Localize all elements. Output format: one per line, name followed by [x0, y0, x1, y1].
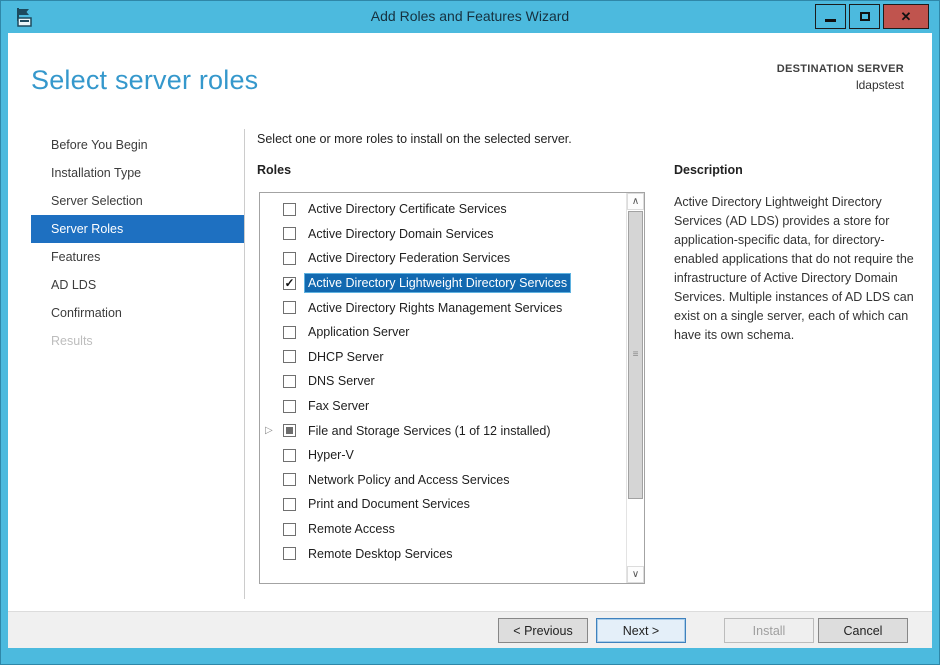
sidebar-item[interactable]: Features — [31, 243, 244, 271]
destination-server-label: DESTINATION SERVER — [777, 63, 904, 75]
role-label[interactable]: Active Directory Certificate Services — [305, 200, 510, 218]
sidebar-item[interactable]: AD LDS — [31, 271, 244, 299]
cancel-button[interactable]: Cancel — [818, 618, 908, 643]
footer-button-bar: < Previous Next > Install Cancel — [8, 611, 932, 648]
maximize-icon — [860, 12, 870, 21]
roles-listbox: Active Directory Certificate Services Ac… — [259, 192, 645, 584]
role-row[interactable]: Remote Access — [260, 517, 626, 542]
role-row[interactable]: Network Policy and Access Services — [260, 468, 626, 493]
role-row[interactable]: Application Server — [260, 320, 626, 345]
roles-section-label: Roles — [257, 163, 291, 177]
scrollbar-grip-icon: ≡ — [629, 349, 642, 361]
close-icon: ✕ — [901, 10, 912, 23]
role-row[interactable]: ✓ Active Directory Lightweight Directory… — [260, 271, 626, 296]
role-label[interactable]: Application Server — [305, 323, 412, 341]
role-row[interactable]: DHCP Server — [260, 345, 626, 370]
role-checkbox[interactable] — [283, 498, 296, 511]
minimize-button[interactable] — [815, 4, 846, 29]
sidebar-item[interactable]: Server Roles — [31, 215, 244, 243]
title-bar: Add Roles and Features Wizard ✕ — [1, 1, 939, 33]
role-label[interactable]: Network Policy and Access Services — [305, 471, 512, 489]
role-row[interactable]: Remote Desktop Services — [260, 541, 626, 566]
sidebar-divider — [244, 129, 245, 599]
page-title: Select server roles — [31, 65, 258, 96]
role-checkbox[interactable] — [283, 203, 296, 216]
maximize-button[interactable] — [849, 4, 880, 29]
destination-server-block: DESTINATION SERVER ldapstest — [777, 63, 904, 92]
sidebar-item[interactable]: Results — [31, 327, 244, 355]
role-label[interactable]: Fax Server — [305, 397, 372, 415]
role-row[interactable]: Active Directory Certificate Services — [260, 197, 626, 222]
role-checkbox[interactable]: ✓ — [283, 277, 296, 290]
role-row[interactable]: Active Directory Rights Management Servi… — [260, 295, 626, 320]
previous-button[interactable]: < Previous — [498, 618, 588, 643]
role-checkbox[interactable] — [283, 547, 296, 560]
role-label[interactable]: File and Storage Services (1 of 12 insta… — [305, 422, 554, 440]
scrollbar-thumb[interactable]: ≡ — [628, 211, 643, 499]
role-row[interactable]: ▷ File and Storage Services (1 of 12 ins… — [260, 418, 626, 443]
role-row[interactable]: Active Directory Domain Services — [260, 222, 626, 247]
next-button[interactable]: Next > — [596, 618, 686, 643]
sidebar-item[interactable]: Before You Begin — [31, 131, 244, 159]
wizard-content: Select server roles DESTINATION SERVER l… — [8, 33, 932, 648]
role-row[interactable]: Hyper-V — [260, 443, 626, 468]
role-checkbox[interactable] — [283, 227, 296, 240]
role-checkbox[interactable] — [283, 252, 296, 265]
wizard-window: Add Roles and Features Wizard ✕ Select s… — [0, 0, 940, 665]
role-checkbox[interactable] — [283, 449, 296, 462]
role-label[interactable]: Remote Access — [305, 520, 398, 538]
role-row[interactable]: Active Directory Federation Services — [260, 246, 626, 271]
window-title: Add Roles and Features Wizard — [1, 8, 939, 24]
role-label[interactable]: Active Directory Rights Management Servi… — [305, 299, 565, 317]
instruction-text: Select one or more roles to install on t… — [257, 132, 572, 146]
sidebar-item[interactable]: Installation Type — [31, 159, 244, 187]
role-checkbox[interactable] — [283, 375, 296, 388]
role-label[interactable]: Hyper-V — [305, 446, 357, 464]
role-label[interactable]: Active Directory Domain Services — [305, 225, 496, 243]
role-checkbox[interactable] — [283, 326, 296, 339]
install-button[interactable]: Install — [724, 618, 814, 643]
role-label[interactable]: Print and Document Services — [305, 495, 473, 513]
sidebar-item[interactable]: Confirmation — [31, 299, 244, 327]
role-checkbox[interactable] — [283, 424, 296, 437]
role-label[interactable]: DHCP Server — [305, 348, 386, 366]
role-row[interactable]: Fax Server — [260, 394, 626, 419]
role-label[interactable]: Active Directory Federation Services — [305, 249, 513, 267]
role-label[interactable]: Active Directory Lightweight Directory S… — [305, 274, 570, 292]
sidebar-item[interactable]: Server Selection — [31, 187, 244, 215]
description-title: Description — [674, 163, 743, 177]
role-row[interactable]: Print and Document Services — [260, 492, 626, 517]
role-checkbox[interactable] — [283, 350, 296, 363]
role-label[interactable]: DNS Server — [305, 372, 378, 390]
description-text: Active Directory Lightweight Directory S… — [674, 193, 914, 345]
roles-scrollbar[interactable]: ∧ ≡ ∨ — [626, 193, 644, 583]
destination-server-name: ldapstest — [777, 78, 904, 92]
role-label[interactable]: Remote Desktop Services — [305, 545, 456, 563]
role-checkbox[interactable] — [283, 400, 296, 413]
minimize-icon — [825, 19, 836, 22]
wizard-steps-sidebar: Before You Begin Installation Type Serve… — [31, 131, 244, 355]
role-checkbox[interactable] — [283, 523, 296, 536]
role-checkbox[interactable] — [283, 473, 296, 486]
role-checkbox[interactable] — [283, 301, 296, 314]
scroll-up-icon[interactable]: ∧ — [627, 193, 644, 210]
role-row[interactable]: DNS Server — [260, 369, 626, 394]
expand-arrow-icon[interactable]: ▷ — [265, 425, 283, 436]
scroll-down-icon[interactable]: ∨ — [627, 566, 644, 583]
roles-list: Active Directory Certificate Services Ac… — [260, 197, 626, 583]
close-button[interactable]: ✕ — [883, 4, 929, 29]
